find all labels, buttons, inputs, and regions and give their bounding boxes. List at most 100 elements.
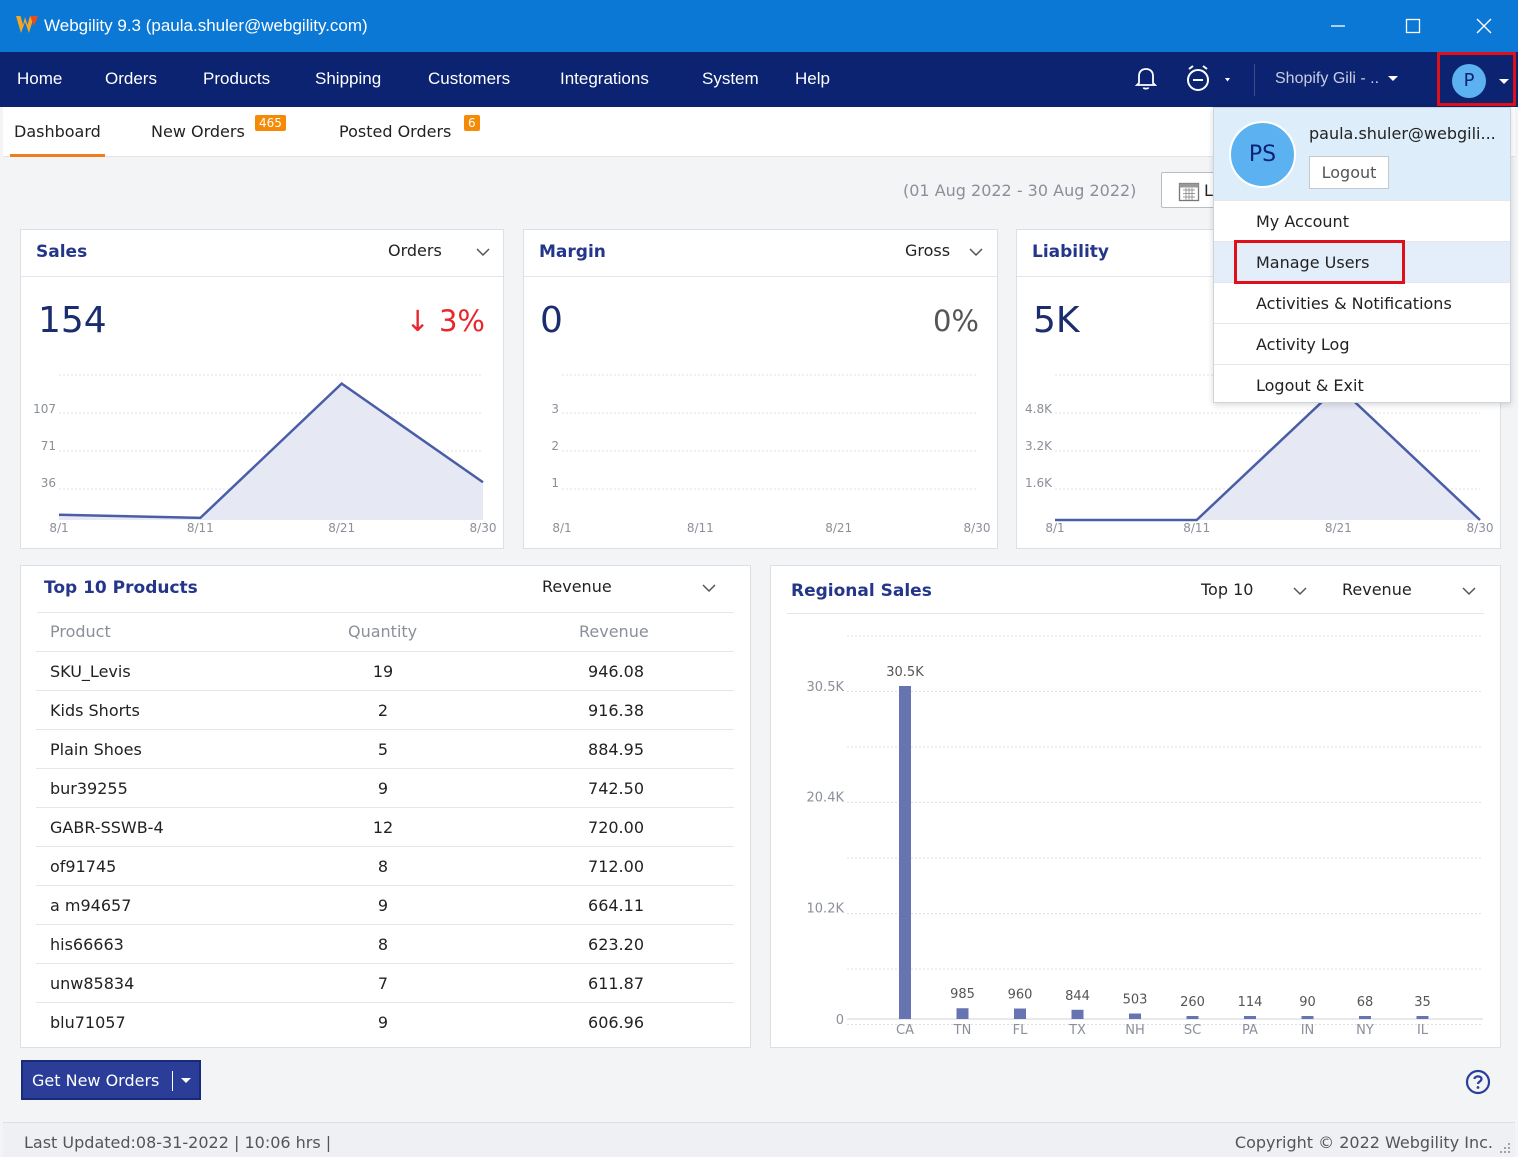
nav-products[interactable]: Products bbox=[203, 69, 270, 89]
bar-tx bbox=[1071, 1009, 1084, 1019]
bar-data-label: 985 bbox=[950, 987, 975, 1002]
menu-item-label: Activity Log bbox=[1256, 335, 1350, 354]
tab-dashboard[interactable]: Dashboard bbox=[10, 122, 105, 157]
chevron-down-icon bbox=[702, 584, 716, 593]
chevron-down-icon bbox=[1388, 76, 1399, 81]
nav-shipping[interactable]: Shipping bbox=[315, 69, 381, 89]
bell-icon[interactable] bbox=[1134, 64, 1158, 92]
revenue-cell: 742.50 bbox=[588, 779, 644, 798]
table-row[interactable]: unw85834 7 611.87 bbox=[36, 963, 734, 1002]
logout-button[interactable]: Logout bbox=[1309, 156, 1389, 189]
product-name-cell: SKU_Levis bbox=[50, 662, 131, 681]
margin-card: Margin Gross 0 0% 3 2 1 8/1 8/11 8/21 8/30 bbox=[523, 229, 998, 549]
menu-item-activity-log[interactable]: Activity Log bbox=[1214, 323, 1510, 364]
nav-home[interactable]: Home bbox=[17, 69, 62, 89]
table-row[interactable]: blu71057 9 606.96 bbox=[36, 1002, 734, 1041]
minimize-icon bbox=[1331, 25, 1345, 27]
minimize-button[interactable] bbox=[1318, 10, 1358, 42]
date-range-picker-button[interactable]: L bbox=[1161, 172, 1221, 208]
menu-item-activities-notifications[interactable]: Activities & Notifications bbox=[1214, 282, 1510, 323]
menu-item-label: My Account bbox=[1256, 212, 1349, 231]
top-products-metric-dropdown[interactable]: Revenue bbox=[542, 577, 716, 596]
store-selector[interactable]: Shopify Gili - .. bbox=[1275, 70, 1399, 88]
alarm-clock-icon[interactable] bbox=[1183, 64, 1233, 94]
product-name-cell: unw85834 bbox=[50, 974, 135, 993]
product-name-cell: a m94657 bbox=[50, 896, 132, 915]
menu-item-label: Activities & Notifications bbox=[1256, 294, 1452, 313]
top-products-title: Top 10 Products bbox=[44, 578, 198, 598]
revenue-cell: 623.20 bbox=[588, 935, 644, 954]
bar-ny bbox=[1359, 1016, 1371, 1019]
menu-item-my-account[interactable]: My Account bbox=[1214, 200, 1510, 241]
help-icon[interactable] bbox=[1465, 1069, 1491, 1095]
chevron-down-icon[interactable] bbox=[180, 1076, 192, 1086]
x-tick-label: 8/30 bbox=[964, 521, 991, 535]
bar-sc bbox=[1186, 1016, 1199, 1019]
product-name-cell: GABR-SSWB-4 bbox=[50, 818, 164, 837]
nav-customers[interactable]: Customers bbox=[428, 69, 510, 89]
bar-data-label: 68 bbox=[1357, 995, 1374, 1010]
quantity-cell: 5 bbox=[377, 740, 389, 759]
new-orders-count-badge: 465 bbox=[255, 115, 286, 131]
quantity-cell: 9 bbox=[377, 1013, 389, 1032]
bar-fl bbox=[1014, 1008, 1026, 1019]
x-tick-label: 8/1 bbox=[49, 521, 68, 535]
table-row[interactable]: of91745 8 712.00 bbox=[36, 846, 734, 885]
y-tick-label: 3.2K bbox=[1025, 439, 1053, 453]
bar-data-label: 30.5K bbox=[886, 665, 924, 680]
x-tick-label: 8/11 bbox=[1183, 521, 1210, 535]
x-tick-label: 8/21 bbox=[328, 521, 355, 535]
tab-new-orders[interactable]: New Orders bbox=[151, 122, 245, 141]
y-tick-label: 4.8K bbox=[1025, 402, 1053, 416]
revenue-cell: 611.87 bbox=[588, 974, 644, 993]
menu-item-logout-exit[interactable]: Logout & Exit bbox=[1214, 364, 1510, 405]
y-tick-label: 10.2K bbox=[807, 902, 845, 917]
table-row[interactable]: bur39255 9 742.50 bbox=[36, 768, 734, 807]
tab-posted-orders[interactable]: Posted Orders bbox=[339, 122, 451, 141]
close-button[interactable] bbox=[1464, 10, 1504, 42]
bar-data-label: 503 bbox=[1123, 993, 1148, 1008]
x-tick-label: 8/1 bbox=[552, 521, 571, 535]
x-tick-label: NH bbox=[1125, 1023, 1145, 1038]
bar-data-label: 260 bbox=[1180, 995, 1205, 1010]
quantity-cell: 8 bbox=[377, 935, 389, 954]
nav-system[interactable]: System bbox=[702, 69, 759, 89]
manage-users-highlight bbox=[1234, 240, 1405, 284]
regional-sales-bar-chart: 0 10.2K 20.4K 30.5K 30.5K CA 985 TN 960 FL 844 TX 50… bbox=[807, 635, 1483, 1038]
webgility-logo-icon bbox=[16, 16, 38, 33]
profile-menu-button[interactable]: P bbox=[1437, 52, 1516, 106]
y-tick-label: 30.5K bbox=[807, 680, 845, 695]
x-tick-label: NY bbox=[1356, 1023, 1374, 1038]
table-row[interactable]: his66663 8 623.20 bbox=[36, 924, 734, 963]
regional-sales-card: Regional Sales Top 10 Revenue 0 10.2K 20.4… bbox=[770, 565, 1501, 1048]
button-split-divider bbox=[172, 1071, 173, 1091]
quantity-cell: 9 bbox=[377, 896, 389, 915]
bar-data-label: 844 bbox=[1065, 989, 1090, 1004]
maximize-button[interactable] bbox=[1393, 10, 1433, 42]
nav-integrations[interactable]: Integrations bbox=[560, 69, 649, 89]
product-name-cell: bur39255 bbox=[50, 779, 128, 798]
date-range-label: (01 Aug 2022 - 30 Aug 2022) bbox=[903, 181, 1137, 200]
product-name-cell: his66663 bbox=[50, 935, 124, 954]
resize-grip-icon[interactable] bbox=[1499, 1142, 1511, 1154]
table-row[interactable]: Kids Shorts 2 916.38 bbox=[36, 690, 734, 729]
profile-header: PS paula.shuler@webgili... Logout bbox=[1214, 108, 1510, 200]
y-tick-label: 71 bbox=[41, 439, 56, 453]
get-new-orders-button[interactable]: Get New Orders bbox=[21, 1060, 201, 1100]
x-tick-label: 8/30 bbox=[1467, 521, 1494, 535]
table-row[interactable]: GABR-SSWB-4 12 720.00 bbox=[36, 807, 734, 846]
x-tick-label: SC bbox=[1184, 1023, 1201, 1038]
column-header-product: Product bbox=[50, 622, 111, 641]
table-row[interactable]: a m94657 9 664.11 bbox=[36, 885, 734, 924]
sales-trend-chart: 107 71 36 8/1 8/11 8/21 8/30 bbox=[33, 374, 497, 535]
posted-orders-count-badge: 6 bbox=[464, 115, 480, 131]
nav-orders[interactable]: Orders bbox=[105, 69, 157, 89]
x-tick-label: 8/11 bbox=[687, 521, 714, 535]
x-tick-label: CA bbox=[896, 1023, 914, 1038]
table-row[interactable]: Plain Shoes 5 884.95 bbox=[36, 729, 734, 768]
quantity-cell: 12 bbox=[372, 818, 394, 837]
table-row[interactable]: SKU_Levis 19 946.08 bbox=[36, 651, 734, 690]
nav-help[interactable]: Help bbox=[795, 69, 830, 89]
x-tick-label: 8/30 bbox=[470, 521, 497, 535]
revenue-cell: 884.95 bbox=[588, 740, 644, 759]
